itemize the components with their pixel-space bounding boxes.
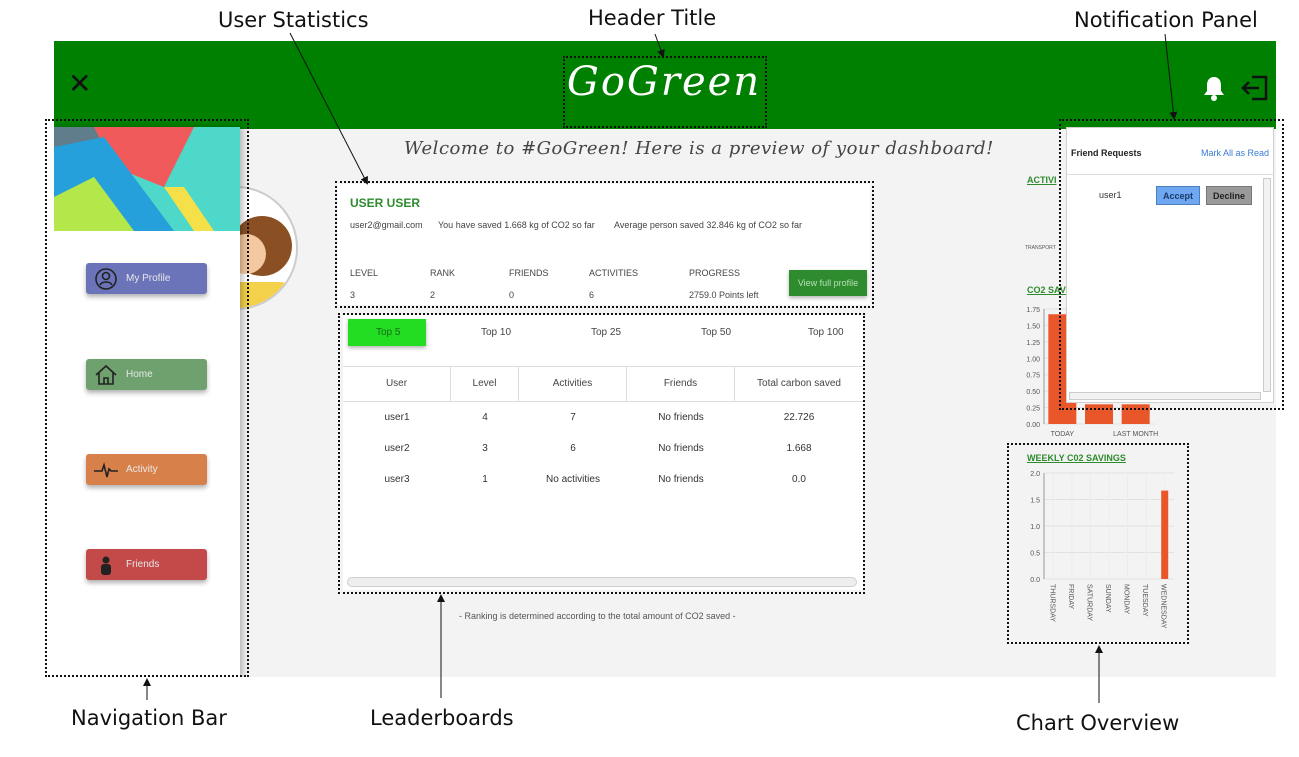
- annotation-arrows: [143, 32, 1178, 703]
